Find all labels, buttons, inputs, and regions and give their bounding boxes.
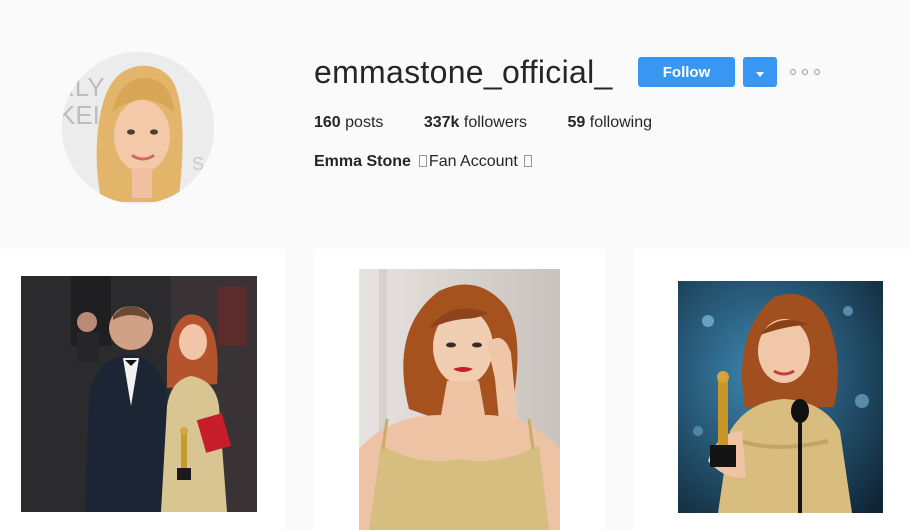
followers-count[interactable]: 337k followers (424, 113, 527, 133)
photo-oscar-speech-icon (678, 281, 883, 513)
more-options-button[interactable] (790, 63, 820, 81)
post-thumbnail[interactable] (359, 269, 560, 530)
profile-username: emmastone_official_ (314, 54, 613, 90)
emoji-placeholder-icon (524, 155, 533, 167)
bio-name: Emma Stone (314, 153, 411, 170)
profile-avatar[interactable]: RLY KEI S (62, 52, 214, 204)
caret-down-icon (756, 65, 764, 80)
ellipsis-icon (790, 69, 796, 75)
ellipsis-icon (814, 69, 820, 75)
posts-count-label: posts (345, 114, 384, 131)
ellipsis-icon (802, 69, 808, 75)
post-thumbnail[interactable] (21, 276, 257, 512)
followers-count-value: 337k (423, 114, 460, 131)
post-card[interactable] (634, 249, 910, 530)
follow-button[interactable]: Follow (638, 57, 735, 87)
post-card[interactable] (313, 249, 605, 530)
profile-bio: Emma Stone Fan Account (314, 152, 534, 172)
bio-text: Fan Account (428, 153, 518, 170)
svg-text:KEI: KEI (62, 100, 100, 130)
profile-stats: 160 posts 337k followers 59 following (314, 113, 688, 133)
following-count-value: 59 (567, 114, 586, 131)
svg-text:RLY: RLY (62, 72, 105, 102)
photo-portrait-gold-dress-icon (359, 269, 560, 530)
svg-text:S: S (192, 154, 204, 174)
post-thumbnail[interactable] (678, 281, 883, 513)
posts-count-value: 160 (314, 114, 341, 131)
post-card[interactable] (0, 249, 285, 530)
suggestions-dropdown-button[interactable] (743, 57, 777, 87)
posts-count: 160 posts (314, 113, 383, 133)
followers-count-label: followers (463, 114, 528, 131)
photo-red-carpet-couple-icon (21, 276, 257, 512)
emoji-placeholder-icon (418, 155, 427, 167)
following-count[interactable]: 59 following (568, 113, 653, 133)
following-count-label: following (589, 114, 653, 131)
